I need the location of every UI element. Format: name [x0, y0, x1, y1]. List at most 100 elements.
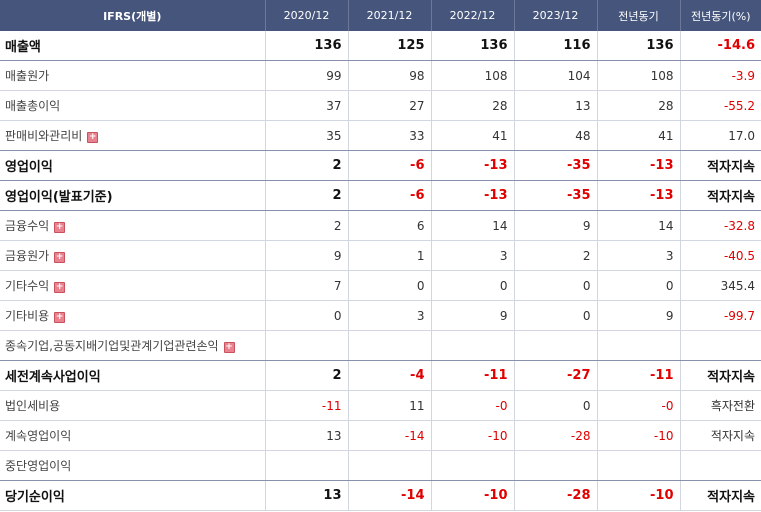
table-row: 매출액 136 125 136 116 136 -14.6 — [0, 31, 761, 61]
table-body: 매출액 136 125 136 116 136 -14.6 매출원가 99 98 108 104 108… — [0, 31, 761, 511]
value-cell: 136 — [265, 31, 349, 61]
value-cell: 2 — [265, 180, 349, 211]
row-label: 금융원가 — [5, 249, 50, 263]
value-cell: -28 — [514, 480, 598, 511]
table-row: 종속기업,공동지배기업및관계기업관련손익 + — [0, 330, 761, 361]
header-2021: 2021/12 — [348, 0, 432, 31]
value-cell: -28 — [514, 420, 598, 451]
row-label: 당기순이익 — [5, 490, 65, 505]
row-label: 계속영업이익 — [5, 429, 72, 443]
value-cell — [265, 450, 349, 481]
row-label-cell: 기타수익 + — [0, 270, 266, 301]
value-cell: 9 — [514, 210, 598, 241]
value-cell: 2 — [514, 240, 598, 271]
value-cell: 적자지속 — [680, 420, 761, 451]
value-cell: 0 — [514, 270, 598, 301]
value-cell: -3.9 — [680, 60, 761, 91]
value-cell: -99.7 — [680, 300, 761, 331]
table-row: 금융원가 +9 1 3 2 3 -40.5 — [0, 240, 761, 271]
value-cell: 0 — [265, 300, 349, 331]
expand-plus-icon[interactable]: + — [54, 222, 66, 233]
table-row: 판매비와관리비 +35 33 41 48 41 17.0 — [0, 120, 761, 151]
value-cell: 13 — [514, 90, 598, 121]
value-cell: 0 — [431, 270, 515, 301]
value-cell: 흑자전환 — [680, 390, 761, 421]
value-cell: 104 — [514, 60, 598, 91]
row-label: 중단영업이익 — [5, 459, 72, 473]
header-2022: 2022/12 — [431, 0, 515, 31]
table-row: 중단영업이익 — [0, 450, 761, 481]
value-cell: 33 — [348, 120, 432, 151]
row-label-cell: 판매비와관리비 + — [0, 120, 266, 151]
value-cell: 28 — [431, 90, 515, 121]
table-row: 금융수익 +2 6 14 9 14 -32.8 — [0, 210, 761, 241]
value-cell: 41 — [597, 120, 681, 151]
header-prev-period-pct: 전년동기(%) — [680, 0, 761, 31]
value-cell: -55.2 — [680, 90, 761, 121]
value-cell: -14 — [348, 420, 432, 451]
value-cell: -32.8 — [680, 210, 761, 241]
table-row: 기타수익 +7 0 0 0 0 345.4 — [0, 270, 761, 301]
value-cell: -35 — [514, 180, 598, 211]
table-row: 세전계속사업이익 2 -4 -11 -27 -11 적자지속 — [0, 360, 761, 391]
value-cell: -13 — [431, 180, 515, 211]
value-cell: 0 — [514, 390, 598, 421]
value-cell: 27 — [348, 90, 432, 121]
value-cell: -40.5 — [680, 240, 761, 271]
row-label: 금융수익 — [5, 219, 50, 233]
value-cell: 2 — [265, 210, 349, 241]
value-cell: -13 — [597, 180, 681, 211]
value-cell: 0 — [514, 300, 598, 331]
expand-plus-icon[interactable]: + — [87, 132, 99, 143]
row-label-cell: 종속기업,공동지배기업및관계기업관련손익 + — [0, 330, 266, 361]
value-cell — [514, 330, 598, 361]
value-cell: 13 — [265, 420, 349, 451]
expand-plus-icon[interactable]: + — [54, 282, 66, 293]
value-cell: -13 — [597, 150, 681, 181]
expand-plus-icon[interactable]: + — [54, 252, 66, 263]
value-cell: -10 — [431, 480, 515, 511]
row-label: 세전계속사업이익 — [5, 370, 101, 385]
table-row: 매출총이익 37 27 28 13 28 -55.2 — [0, 90, 761, 121]
header-2020: 2020/12 — [265, 0, 349, 31]
row-label-cell: 당기순이익 — [0, 480, 266, 511]
value-cell: -11 — [597, 360, 681, 391]
table-row: 영업이익 2 -6 -13 -35 -13 적자지속 — [0, 150, 761, 181]
value-cell: 41 — [431, 120, 515, 151]
value-cell: 14 — [431, 210, 515, 241]
expand-plus-icon[interactable]: + — [223, 342, 235, 353]
value-cell — [597, 450, 681, 481]
table-row: 매출원가 99 98 108 104 108 -3.9 — [0, 60, 761, 91]
expand-plus-icon[interactable]: + — [54, 312, 66, 323]
value-cell: 116 — [514, 31, 598, 61]
value-cell: 98 — [348, 60, 432, 91]
value-cell: 14 — [597, 210, 681, 241]
table-row: 영업이익(발표기준) 2 -6 -13 -35 -13 적자지속 — [0, 180, 761, 211]
value-cell: -13 — [431, 150, 515, 181]
value-cell: 1 — [348, 240, 432, 271]
value-cell: -10 — [431, 420, 515, 451]
header-2023: 2023/12 — [514, 0, 598, 31]
value-cell: 3 — [348, 300, 432, 331]
row-label: 영업이익 — [5, 160, 53, 175]
income-statement-table: IFRS(개별) 2020/12 2021/12 2022/12 2023/12… — [0, 0, 761, 511]
value-cell: 3 — [431, 240, 515, 271]
row-label-cell: 매출액 — [0, 31, 266, 61]
row-label-cell: 중단영업이익 — [0, 450, 266, 481]
value-cell: 28 — [597, 90, 681, 121]
value-cell — [680, 330, 761, 361]
value-cell: 2 — [265, 360, 349, 391]
value-cell: 적자지속 — [680, 180, 761, 211]
value-cell: 136 — [431, 31, 515, 61]
row-label: 판매비와관리비 — [5, 129, 83, 143]
table-row: 당기순이익 13 -14 -10 -28 -10 적자지속 — [0, 480, 761, 511]
value-cell: 적자지속 — [680, 360, 761, 391]
row-label: 매출액 — [5, 40, 41, 55]
value-cell: -6 — [348, 150, 432, 181]
value-cell: 적자지속 — [680, 480, 761, 511]
value-cell: 125 — [348, 31, 432, 61]
row-label-cell: 법인세비용 — [0, 390, 266, 421]
value-cell: 0 — [348, 270, 432, 301]
row-label: 기타비용 — [5, 309, 50, 323]
row-label: 종속기업,공동지배기업및관계기업관련손익 — [5, 339, 219, 353]
